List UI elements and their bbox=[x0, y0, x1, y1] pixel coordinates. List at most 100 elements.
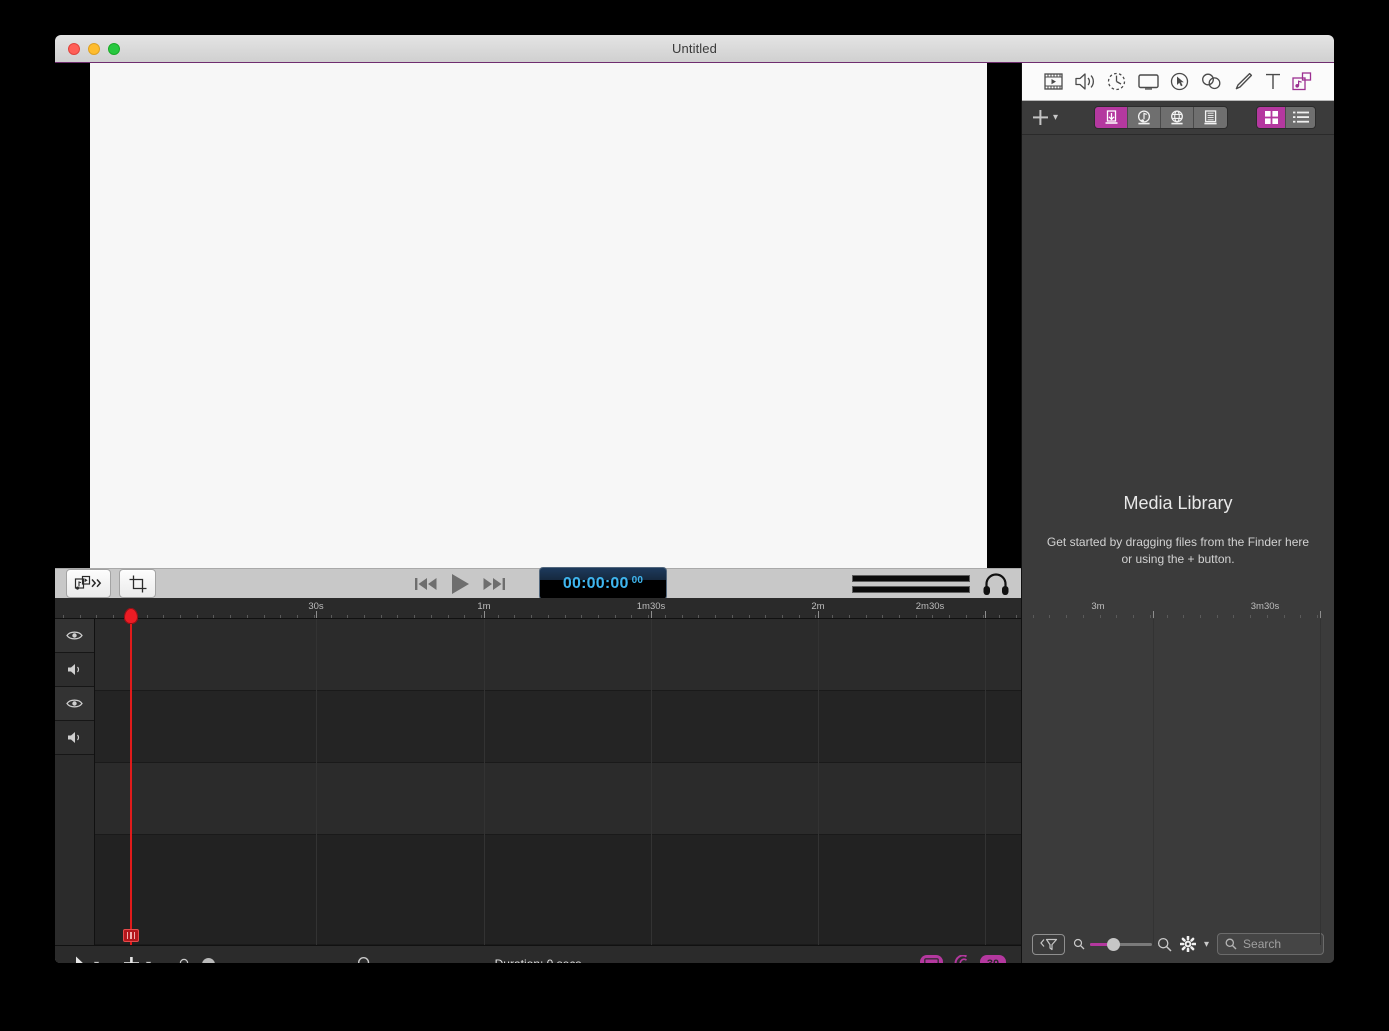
arrow-pointer-icon[interactable] bbox=[75, 956, 88, 964]
image-icon bbox=[924, 958, 939, 963]
tab-photos[interactable] bbox=[1194, 107, 1228, 128]
media-zoom-slider[interactable] bbox=[1073, 937, 1172, 952]
filters-icon[interactable] bbox=[1201, 73, 1223, 90]
media-library-message: Get started by dragging files from the F… bbox=[1046, 535, 1310, 566]
tab-local-files[interactable] bbox=[1095, 107, 1129, 128]
ruler-tick bbox=[715, 615, 716, 618]
zoom-slider-track[interactable] bbox=[198, 957, 351, 963]
ruler-tick bbox=[113, 615, 114, 618]
ruler-tick bbox=[1284, 615, 1285, 618]
add-menu-chevron-icon[interactable]: ▾ bbox=[146, 959, 151, 964]
video-track-1-header[interactable] bbox=[55, 619, 111, 653]
editor-pane: 00:00:00 00 30s 1m 1m30s 2m 2m30s 3m 3m3… bbox=[55, 63, 1321, 964]
track-lane[interactable] bbox=[95, 691, 1021, 763]
speaker-icon[interactable] bbox=[67, 731, 83, 744]
ruler-tick bbox=[314, 615, 315, 618]
crop-button[interactable] bbox=[119, 569, 156, 598]
search-input[interactable]: Search bbox=[1217, 933, 1324, 955]
track-lane[interactable] bbox=[95, 619, 1021, 691]
ruler-tick bbox=[565, 615, 566, 618]
list-icon bbox=[1292, 111, 1309, 123]
gear-icon[interactable] bbox=[1180, 936, 1196, 952]
tool-menu-chevron-icon[interactable]: ▾ bbox=[94, 959, 99, 964]
headphones-icon[interactable] bbox=[983, 572, 1009, 596]
ruler-tick-major bbox=[316, 611, 317, 618]
video-icon[interactable] bbox=[1044, 73, 1063, 90]
thumbnails-toggle[interactable] bbox=[920, 955, 943, 963]
player-toolbar: 00:00:00 00 bbox=[55, 567, 1021, 600]
backgrounds-icon[interactable] bbox=[1137, 73, 1159, 90]
magnifier-large-icon bbox=[358, 957, 370, 963]
media-library-empty-state[interactable]: Media Library Get started by dragging fi… bbox=[1022, 135, 1334, 925]
ruler-tick bbox=[531, 615, 532, 618]
ruler-tick bbox=[331, 615, 332, 618]
ruler-tick bbox=[916, 615, 917, 618]
viewer-canvas[interactable] bbox=[89, 63, 987, 568]
generators-icon[interactable] bbox=[1234, 72, 1253, 91]
playhead-handle[interactable] bbox=[124, 608, 138, 624]
timecode-value: 00:00:00 bbox=[562, 574, 629, 592]
plus-icon[interactable] bbox=[123, 956, 140, 964]
audio-meters bbox=[852, 574, 970, 593]
video-track-2-header[interactable] bbox=[55, 687, 111, 721]
ruler-tick-major bbox=[484, 611, 485, 618]
media-zoom-knob[interactable] bbox=[1107, 937, 1120, 951]
fast-forward-button[interactable] bbox=[477, 569, 511, 599]
ruler-tick-major bbox=[818, 611, 819, 618]
ruler-tick bbox=[648, 615, 649, 618]
plus-icon bbox=[1033, 110, 1048, 125]
ruler-tick bbox=[899, 615, 900, 618]
eye-icon[interactable] bbox=[66, 698, 83, 709]
audio-track-1-header[interactable] bbox=[55, 653, 112, 687]
frame-rate-badge[interactable]: 30 bbox=[980, 954, 1006, 963]
tab-music[interactable] bbox=[1128, 107, 1162, 128]
zoom-slider-knob[interactable] bbox=[202, 957, 216, 963]
ruler-tick bbox=[949, 615, 950, 618]
play-button[interactable] bbox=[443, 569, 477, 599]
media-browser-toggle-button[interactable] bbox=[66, 569, 111, 598]
timeline-gridline bbox=[484, 619, 485, 945]
playhead-foot[interactable] bbox=[123, 929, 139, 942]
settings-menu-chevron-icon[interactable]: ▾ bbox=[1204, 939, 1209, 950]
audio-track-2-header[interactable] bbox=[55, 721, 112, 755]
magnet-icon[interactable] bbox=[953, 955, 970, 963]
add-menu-chevron-icon[interactable]: ▾ bbox=[1053, 112, 1058, 123]
playhead[interactable] bbox=[123, 608, 139, 945]
behaviors-icon[interactable] bbox=[1170, 72, 1189, 91]
filter-button[interactable] bbox=[1032, 933, 1065, 955]
timeline-ruler[interactable]: 30s 1m 1m30s 2m 2m30s 3m 3m30s bbox=[55, 598, 1321, 619]
rewind-button[interactable] bbox=[409, 569, 443, 599]
transitions-icon[interactable] bbox=[1107, 72, 1126, 91]
ruler-tick bbox=[297, 615, 298, 618]
ruler-tick bbox=[581, 615, 582, 618]
eye-icon[interactable] bbox=[66, 630, 83, 641]
ruler-tick bbox=[799, 615, 800, 618]
ruler-tick bbox=[615, 615, 616, 618]
list-view-button[interactable] bbox=[1286, 107, 1316, 128]
tab-internet[interactable] bbox=[1161, 107, 1195, 128]
timeline-tracks[interactable] bbox=[95, 608, 1321, 945]
ruler-tick bbox=[213, 615, 214, 618]
ruler-tick bbox=[80, 615, 81, 618]
track-lane[interactable] bbox=[95, 763, 1021, 835]
track-lane[interactable] bbox=[95, 835, 1021, 945]
ruler-tick bbox=[147, 615, 148, 618]
ruler-tick bbox=[197, 615, 198, 618]
add-media-button[interactable]: ▾ bbox=[1032, 109, 1058, 126]
speaker-icon[interactable] bbox=[67, 663, 83, 676]
library-icon[interactable] bbox=[1292, 72, 1312, 91]
text-icon[interactable] bbox=[1265, 73, 1281, 90]
ruler-tick bbox=[1250, 615, 1251, 618]
ruler-tick bbox=[1066, 615, 1067, 618]
ruler-tick bbox=[849, 615, 850, 618]
rewind-icon bbox=[415, 577, 437, 590]
audio-icon[interactable] bbox=[1074, 73, 1096, 90]
timeline-body bbox=[55, 608, 1321, 945]
grid-view-button[interactable] bbox=[1257, 107, 1287, 128]
media-zoom-track[interactable] bbox=[1090, 937, 1152, 951]
media-library-toolbar bbox=[1022, 63, 1334, 101]
timecode-display[interactable]: 00:00:00 00 bbox=[539, 567, 667, 600]
timeline-zoom-slider[interactable] bbox=[179, 956, 373, 963]
view-toggle-group bbox=[1256, 106, 1317, 129]
ruler-tick bbox=[1233, 615, 1234, 618]
